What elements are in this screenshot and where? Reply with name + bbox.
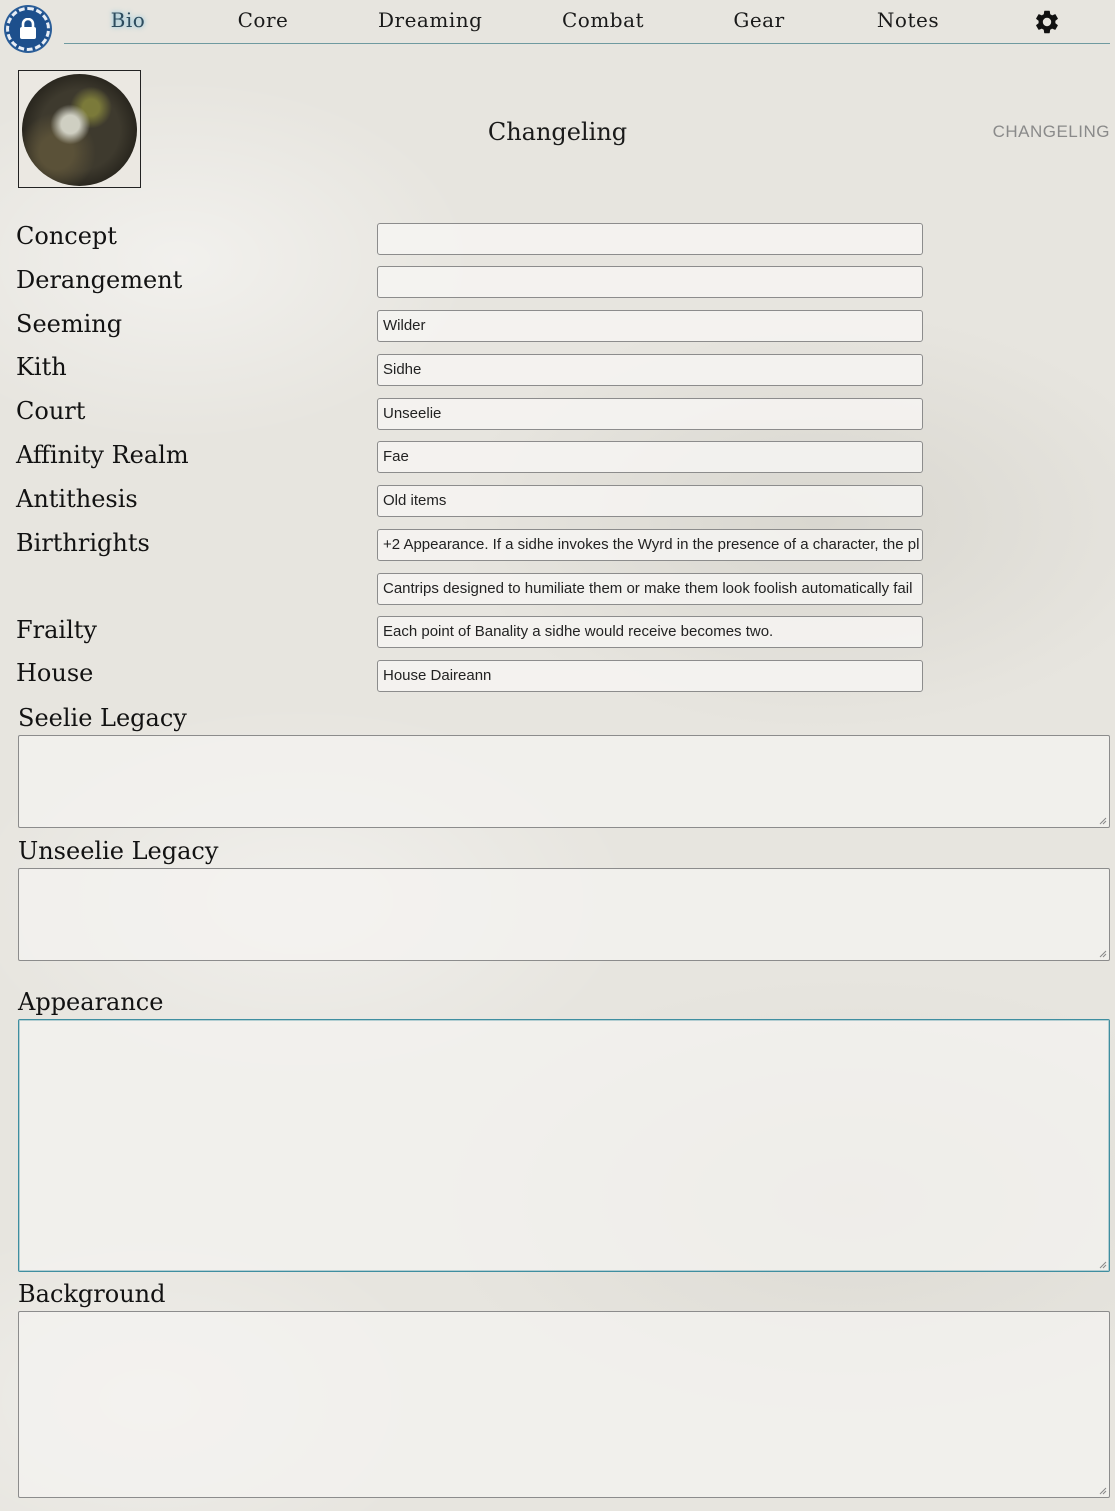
appearance-label: Appearance <box>18 988 164 1016</box>
sheet-title: Changeling <box>487 118 628 146</box>
affinity-realm-input[interactable]: Fae <box>377 441 923 473</box>
resize-grip-icon[interactable] <box>1097 948 1107 958</box>
tab-combat[interactable]: Combat <box>562 8 644 32</box>
unseelie-legacy-label: Unseelie Legacy <box>18 837 219 865</box>
kith-label: Kith <box>16 353 67 381</box>
frailty-input[interactable]: Each point of Banality a sidhe would rec… <box>377 616 923 648</box>
birthrights-input-2[interactable]: Cantrips designed to humiliate them or m… <box>377 573 923 605</box>
lock-icon <box>20 18 36 39</box>
house-input[interactable]: House Daireann <box>377 660 923 692</box>
birthrights-label: Birthrights <box>16 529 150 557</box>
tab-dreaming[interactable]: Dreaming <box>378 8 482 32</box>
tab-core[interactable]: Core <box>232 8 294 32</box>
gear-icon[interactable] <box>1033 8 1061 36</box>
sheet-type-label: CHANGELING <box>992 122 1110 141</box>
resize-grip-icon[interactable] <box>1097 1259 1107 1269</box>
background-textarea[interactable] <box>18 1311 1110 1498</box>
house-label: House <box>16 659 94 687</box>
concept-input[interactable] <box>377 223 923 255</box>
antithesis-input[interactable]: Old items <box>377 485 923 517</box>
nav-divider <box>64 43 1110 44</box>
kith-input[interactable]: Sidhe <box>377 354 923 386</box>
frailty-label: Frailty <box>16 616 97 644</box>
background-label: Background <box>18 1280 166 1308</box>
appearance-textarea[interactable] <box>18 1019 1110 1272</box>
tab-bio[interactable]: Bio <box>108 8 148 32</box>
lock-button[interactable] <box>6 7 50 51</box>
derangement-label: Derangement <box>16 266 183 294</box>
seelie-legacy-textarea[interactable] <box>18 735 1110 828</box>
seelie-legacy-label: Seelie Legacy <box>18 704 187 732</box>
seeming-label: Seeming <box>16 310 123 338</box>
concept-label: Concept <box>16 222 117 250</box>
unseelie-legacy-textarea[interactable] <box>18 868 1110 961</box>
tab-notes[interactable]: Notes <box>874 8 942 32</box>
court-input[interactable]: Unseelie <box>377 398 923 430</box>
tab-gear[interactable]: Gear <box>732 8 786 32</box>
affinity-realm-label: Affinity Realm <box>16 441 189 469</box>
seeming-input[interactable]: Wilder <box>377 310 923 342</box>
resize-grip-icon[interactable] <box>1097 1485 1107 1495</box>
antithesis-label: Antithesis <box>16 485 138 513</box>
birthrights-input[interactable]: +2 Appearance. If a sidhe invokes the Wy… <box>377 529 923 561</box>
derangement-input[interactable] <box>377 266 923 298</box>
resize-grip-icon[interactable] <box>1097 815 1107 825</box>
court-label: Court <box>16 397 86 425</box>
